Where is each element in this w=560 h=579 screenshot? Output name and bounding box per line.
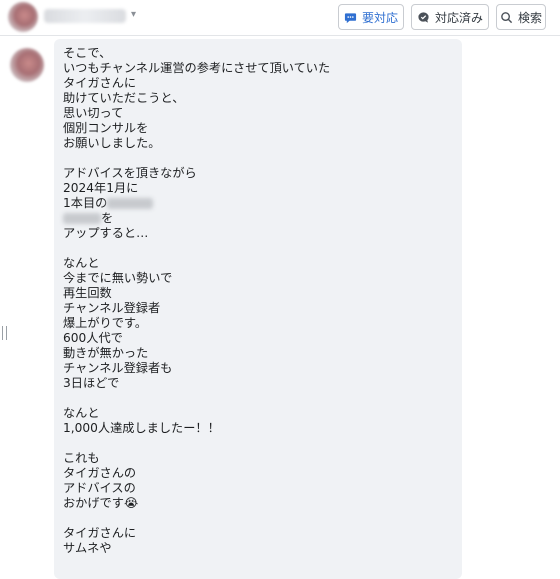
message-line: 600人代で [63, 331, 123, 345]
message-line: おかげです [63, 496, 124, 510]
message-line: 個別コンサルを [63, 121, 149, 135]
message-line: タイガさんの [63, 466, 137, 480]
message-line: アドバイスの [63, 481, 136, 495]
speech-bubble-icon [344, 12, 357, 23]
message-line: 今までに無い勢いで [63, 271, 173, 285]
message-line: チャンネル登録者も [63, 361, 173, 375]
message-line: お願いしました。 [63, 136, 161, 150]
resolved-button[interactable]: 対応済み [411, 4, 489, 30]
search-button[interactable]: 検索 [496, 4, 546, 30]
message-line: タイガさんに [63, 526, 137, 540]
message-line: サムネや [63, 541, 112, 555]
message-line: いつもチャンネル運営の参考にさせて頂いていた [63, 61, 331, 75]
message-line: アドバイスを頂きながら [63, 166, 197, 180]
chevron-down-icon[interactable]: ▾ [131, 9, 136, 20]
redacted-text [107, 198, 154, 209]
message-line: なんと [63, 256, 100, 270]
resolved-button-label: 対応済み [434, 10, 483, 25]
message-line: 3日ほどで [63, 376, 120, 390]
message-line: 助けていただこうと、 [63, 91, 185, 105]
search-button-label: 検索 [517, 10, 542, 25]
search-icon [501, 11, 513, 23]
message-line: 再生回数 [63, 286, 112, 300]
message-line: アップすると… [63, 226, 149, 240]
message-line: 動きが無かった [63, 346, 149, 360]
message-line: 2024年1月に [63, 181, 139, 195]
message-line: 1本目の [63, 196, 108, 210]
message-line: 爆上がりです。 [63, 316, 148, 330]
message-line: を [101, 211, 114, 225]
message-line: そこで、 [63, 46, 112, 60]
pending-button[interactable]: 要対応 [338, 4, 404, 30]
message-line: チャンネル登録者 [63, 301, 161, 315]
message-line: なんと [63, 406, 100, 420]
chat-check-icon [418, 11, 429, 23]
message-line: タイガさんに [63, 76, 137, 90]
resize-handle[interactable] [2, 326, 7, 340]
pending-button-label: 要対応 [361, 10, 398, 25]
contact-avatar[interactable] [8, 2, 38, 32]
message-line: これも [63, 451, 100, 465]
contact-name-redacted[interactable] [44, 9, 126, 23]
message-line: 1,000人達成しましたー！！ [63, 421, 220, 435]
message-text: そこで、 いつもチャンネル運営の参考にさせて頂いていた タイガさんに 助けていた… [63, 46, 330, 556]
redacted-text [63, 213, 101, 224]
message-line: 思い切って [63, 106, 124, 120]
chat-header: ▾ 要対応 対応済み 検索 [0, 0, 560, 36]
sender-avatar[interactable] [10, 48, 44, 82]
crying-emoji: 😭 [123, 496, 139, 510]
